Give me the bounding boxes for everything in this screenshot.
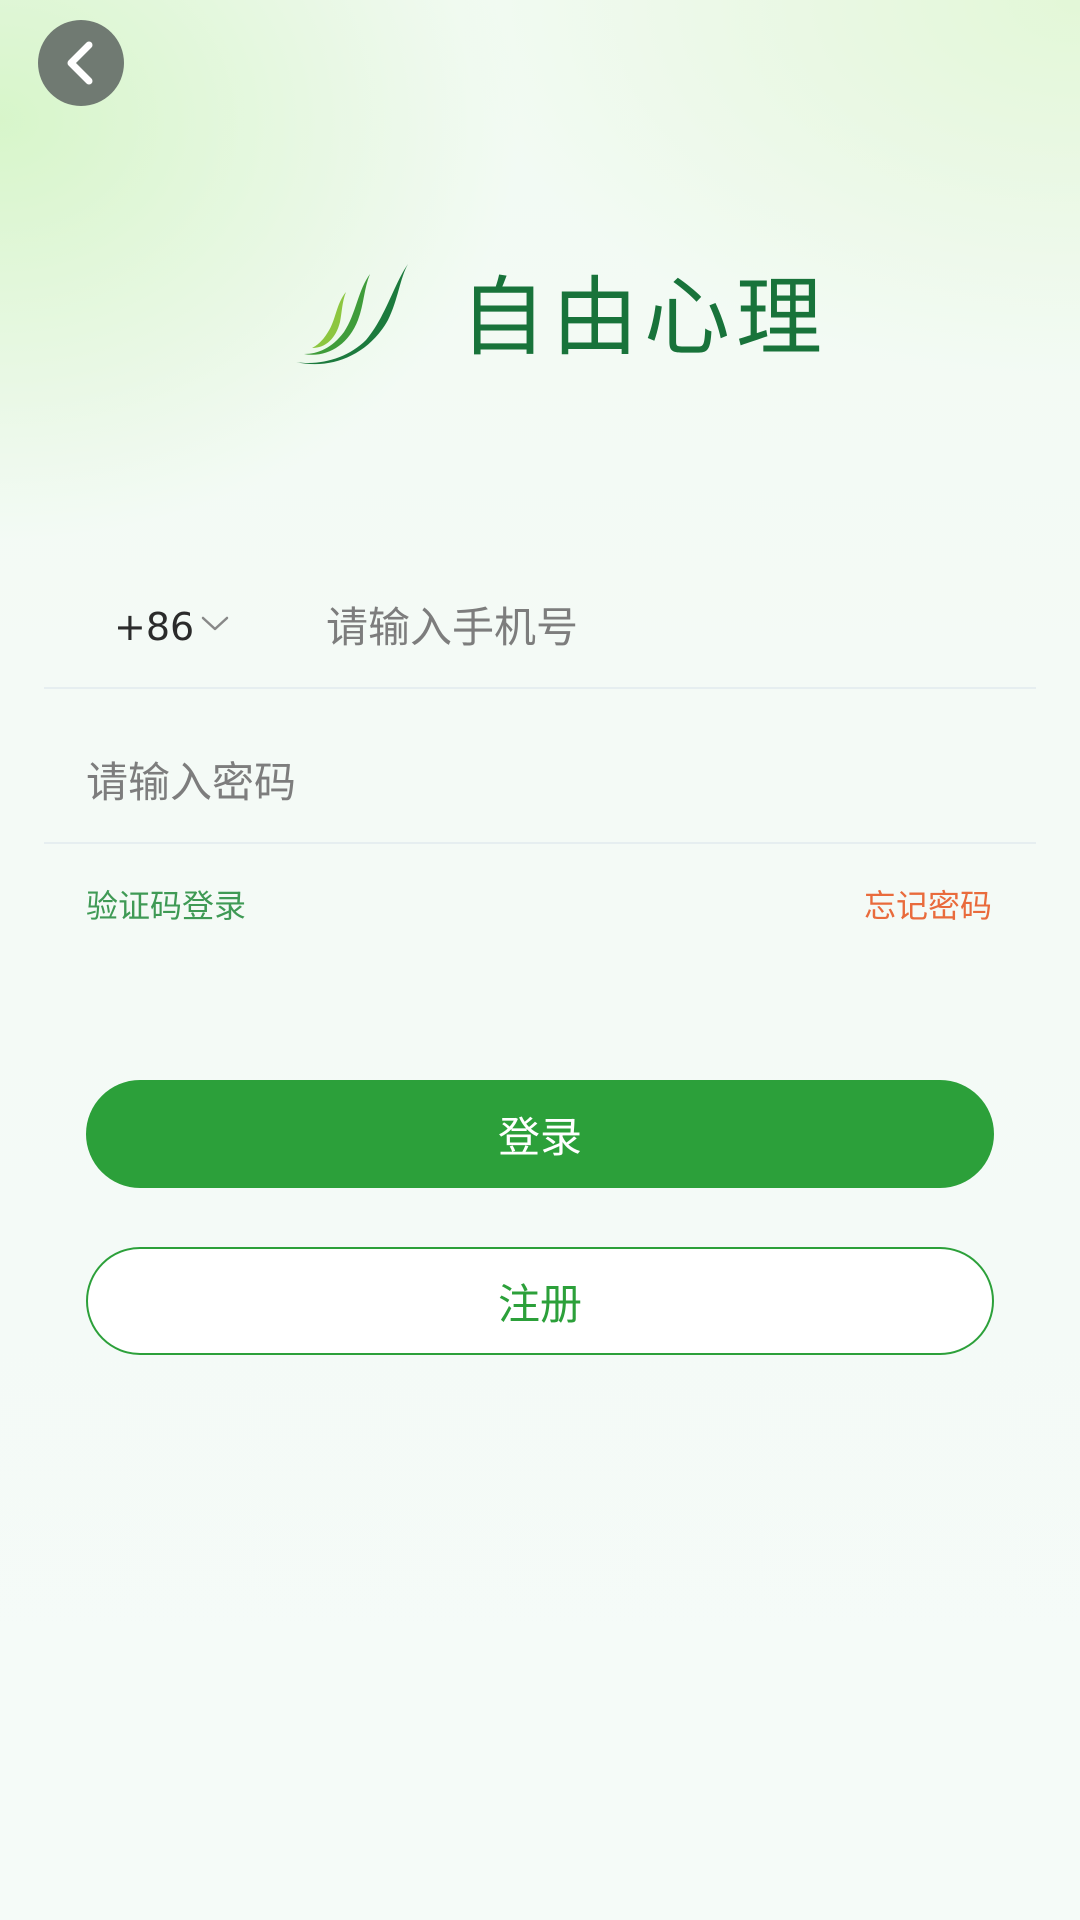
password-row [44, 722, 1036, 844]
country-code-selector[interactable]: +86 [114, 605, 274, 649]
leaf-logo-icon [296, 264, 408, 365]
country-code-value: +86 [114, 605, 195, 649]
forgot-password-link[interactable]: 忘记密码 [864, 882, 992, 930]
register-button[interactable]: 注册 [86, 1247, 994, 1355]
password-input[interactable] [86, 742, 986, 822]
chevron-down-icon [201, 616, 229, 631]
login-button-label: 登录 [497, 1112, 582, 1162]
brand-header: 自由心理 [290, 258, 828, 378]
sms-login-link[interactable]: 验证码登录 [86, 882, 246, 930]
register-button-label: 注册 [497, 1279, 582, 1329]
login-button[interactable]: 登录 [86, 1080, 994, 1188]
back-button[interactable] [38, 20, 124, 106]
brand-name: 自由心理 [460, 268, 828, 368]
phone-input[interactable] [326, 587, 1026, 667]
chevron-left-icon [67, 41, 93, 85]
phone-row: +86 [44, 567, 1036, 689]
